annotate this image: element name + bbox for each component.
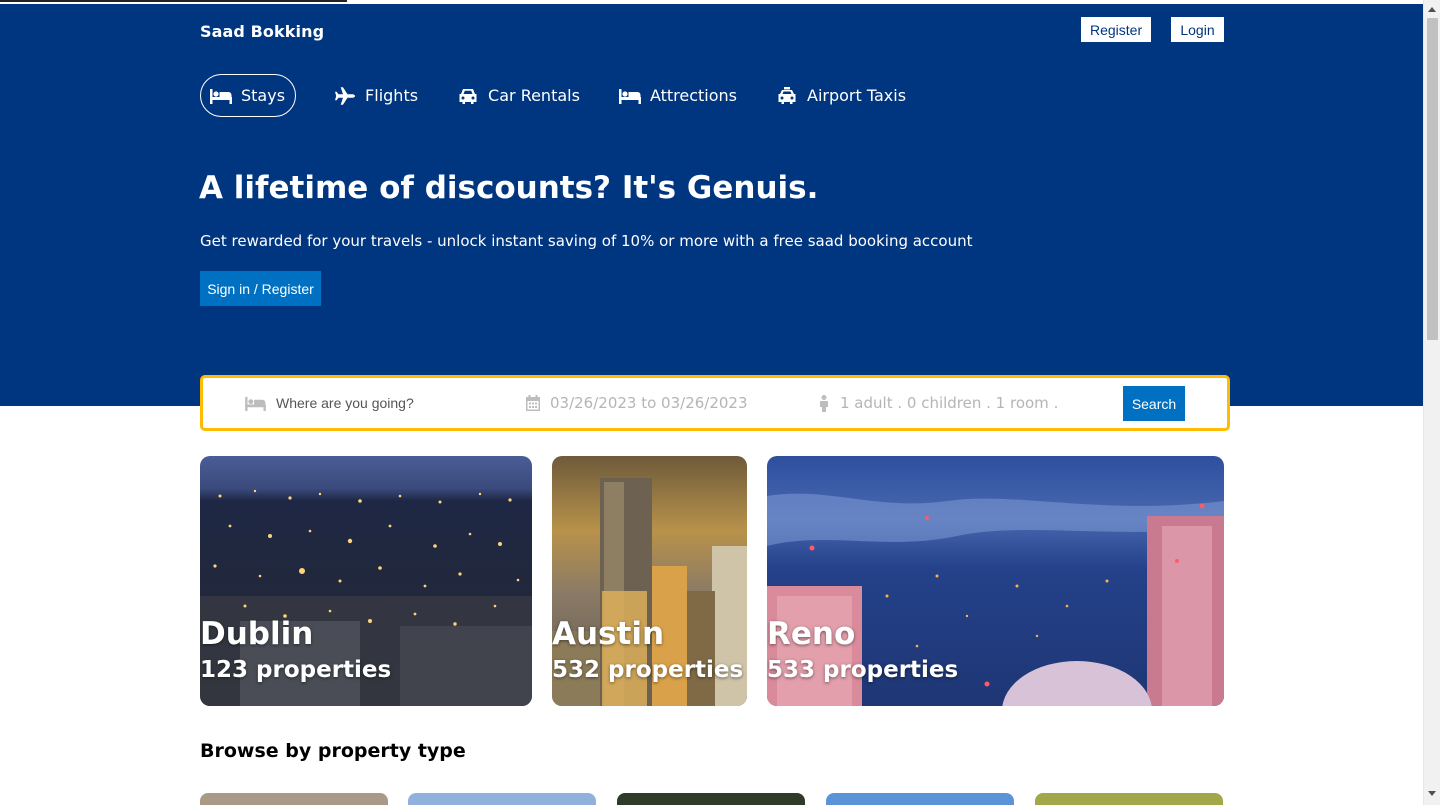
featured-card-reno[interactable]: Reno 533 properties (767, 456, 1224, 706)
tab-flights[interactable]: Flights (334, 74, 418, 117)
destination-field[interactable] (245, 378, 496, 428)
featured-city-name: Dublin (200, 616, 314, 652)
tab-airport-taxis[interactable]: Airport Taxis (776, 74, 906, 117)
featured-property-count: 123 properties (200, 657, 392, 683)
page-load-progress (0, 0, 347, 2)
tab-label: Airport Taxis (807, 86, 907, 105)
login-button[interactable]: Login (1171, 17, 1224, 42)
browse-property-type-heading: Browse by property type (200, 740, 466, 762)
guests-text: 1 adult . 0 children . 1 room . (840, 394, 1059, 412)
tab-stays[interactable]: Stays (200, 74, 297, 117)
destination-input[interactable] (276, 395, 496, 411)
guests-field[interactable]: 1 adult . 0 children . 1 room . (818, 378, 1058, 428)
tab-car-rentals[interactable]: Car Rentals (457, 74, 580, 117)
taxi-icon (778, 86, 796, 104)
featured-city-name: Reno (767, 616, 856, 652)
header-tabs: Stays Flights Car Rentals Attrections Ai… (200, 74, 945, 117)
hero-subtitle: Get rewarded for your travels - unlock i… (200, 232, 973, 250)
search-button[interactable]: Search (1123, 386, 1185, 421)
scrollbar-thumb[interactable] (1427, 18, 1438, 340)
featured-card-dublin[interactable]: Dublin 123 properties (200, 456, 532, 706)
bed-icon (245, 396, 266, 411)
logo[interactable]: Saad Bokking (200, 22, 324, 41)
tab-label: Car Rentals (488, 86, 580, 105)
property-type-card[interactable] (200, 793, 388, 805)
person-icon (820, 394, 828, 412)
car-icon (459, 88, 477, 104)
tab-label: Attrections (649, 86, 737, 105)
tab-attractions[interactable]: Attrections (618, 74, 737, 117)
featured-city-name: Austin (552, 616, 665, 652)
featured-property-count: 532 properties (552, 657, 744, 683)
search-bar: 03/26/2023 to 03/26/2023 1 adult . 0 chi… (200, 375, 1230, 431)
bed-icon (210, 88, 232, 104)
date-field[interactable]: 03/26/2023 to 03/26/2023 (526, 378, 748, 428)
register-button[interactable]: Register (1081, 17, 1152, 42)
featured-property-count: 533 properties (767, 657, 959, 683)
tab-label: Stays (241, 86, 286, 105)
sign-in-register-button[interactable]: Sign in / Register (200, 271, 321, 306)
calendar-icon (526, 395, 540, 411)
hero-title: A lifetime of discounts? It's Genuis. (199, 170, 819, 206)
scroll-up-arrow-icon[interactable] (1428, 7, 1436, 12)
plane-icon (335, 86, 356, 105)
property-type-card[interactable] (1035, 793, 1223, 805)
scroll-down-arrow-icon[interactable] (1428, 791, 1436, 796)
featured-card-austin[interactable]: Austin 532 properties (552, 456, 747, 706)
header: Saad Bokking Register Login Stays Flight… (0, 4, 1423, 406)
property-type-card[interactable] (826, 793, 1014, 805)
tab-label: Flights (365, 86, 419, 105)
date-range-text: 03/26/2023 to 03/26/2023 (550, 394, 748, 412)
property-type-card[interactable] (617, 793, 805, 805)
property-type-card[interactable] (408, 793, 596, 805)
bed-icon (618, 88, 641, 104)
page: Saad Bokking Register Login Stays Flight… (0, 0, 1423, 805)
vertical-scrollbar[interactable] (1423, 0, 1440, 805)
